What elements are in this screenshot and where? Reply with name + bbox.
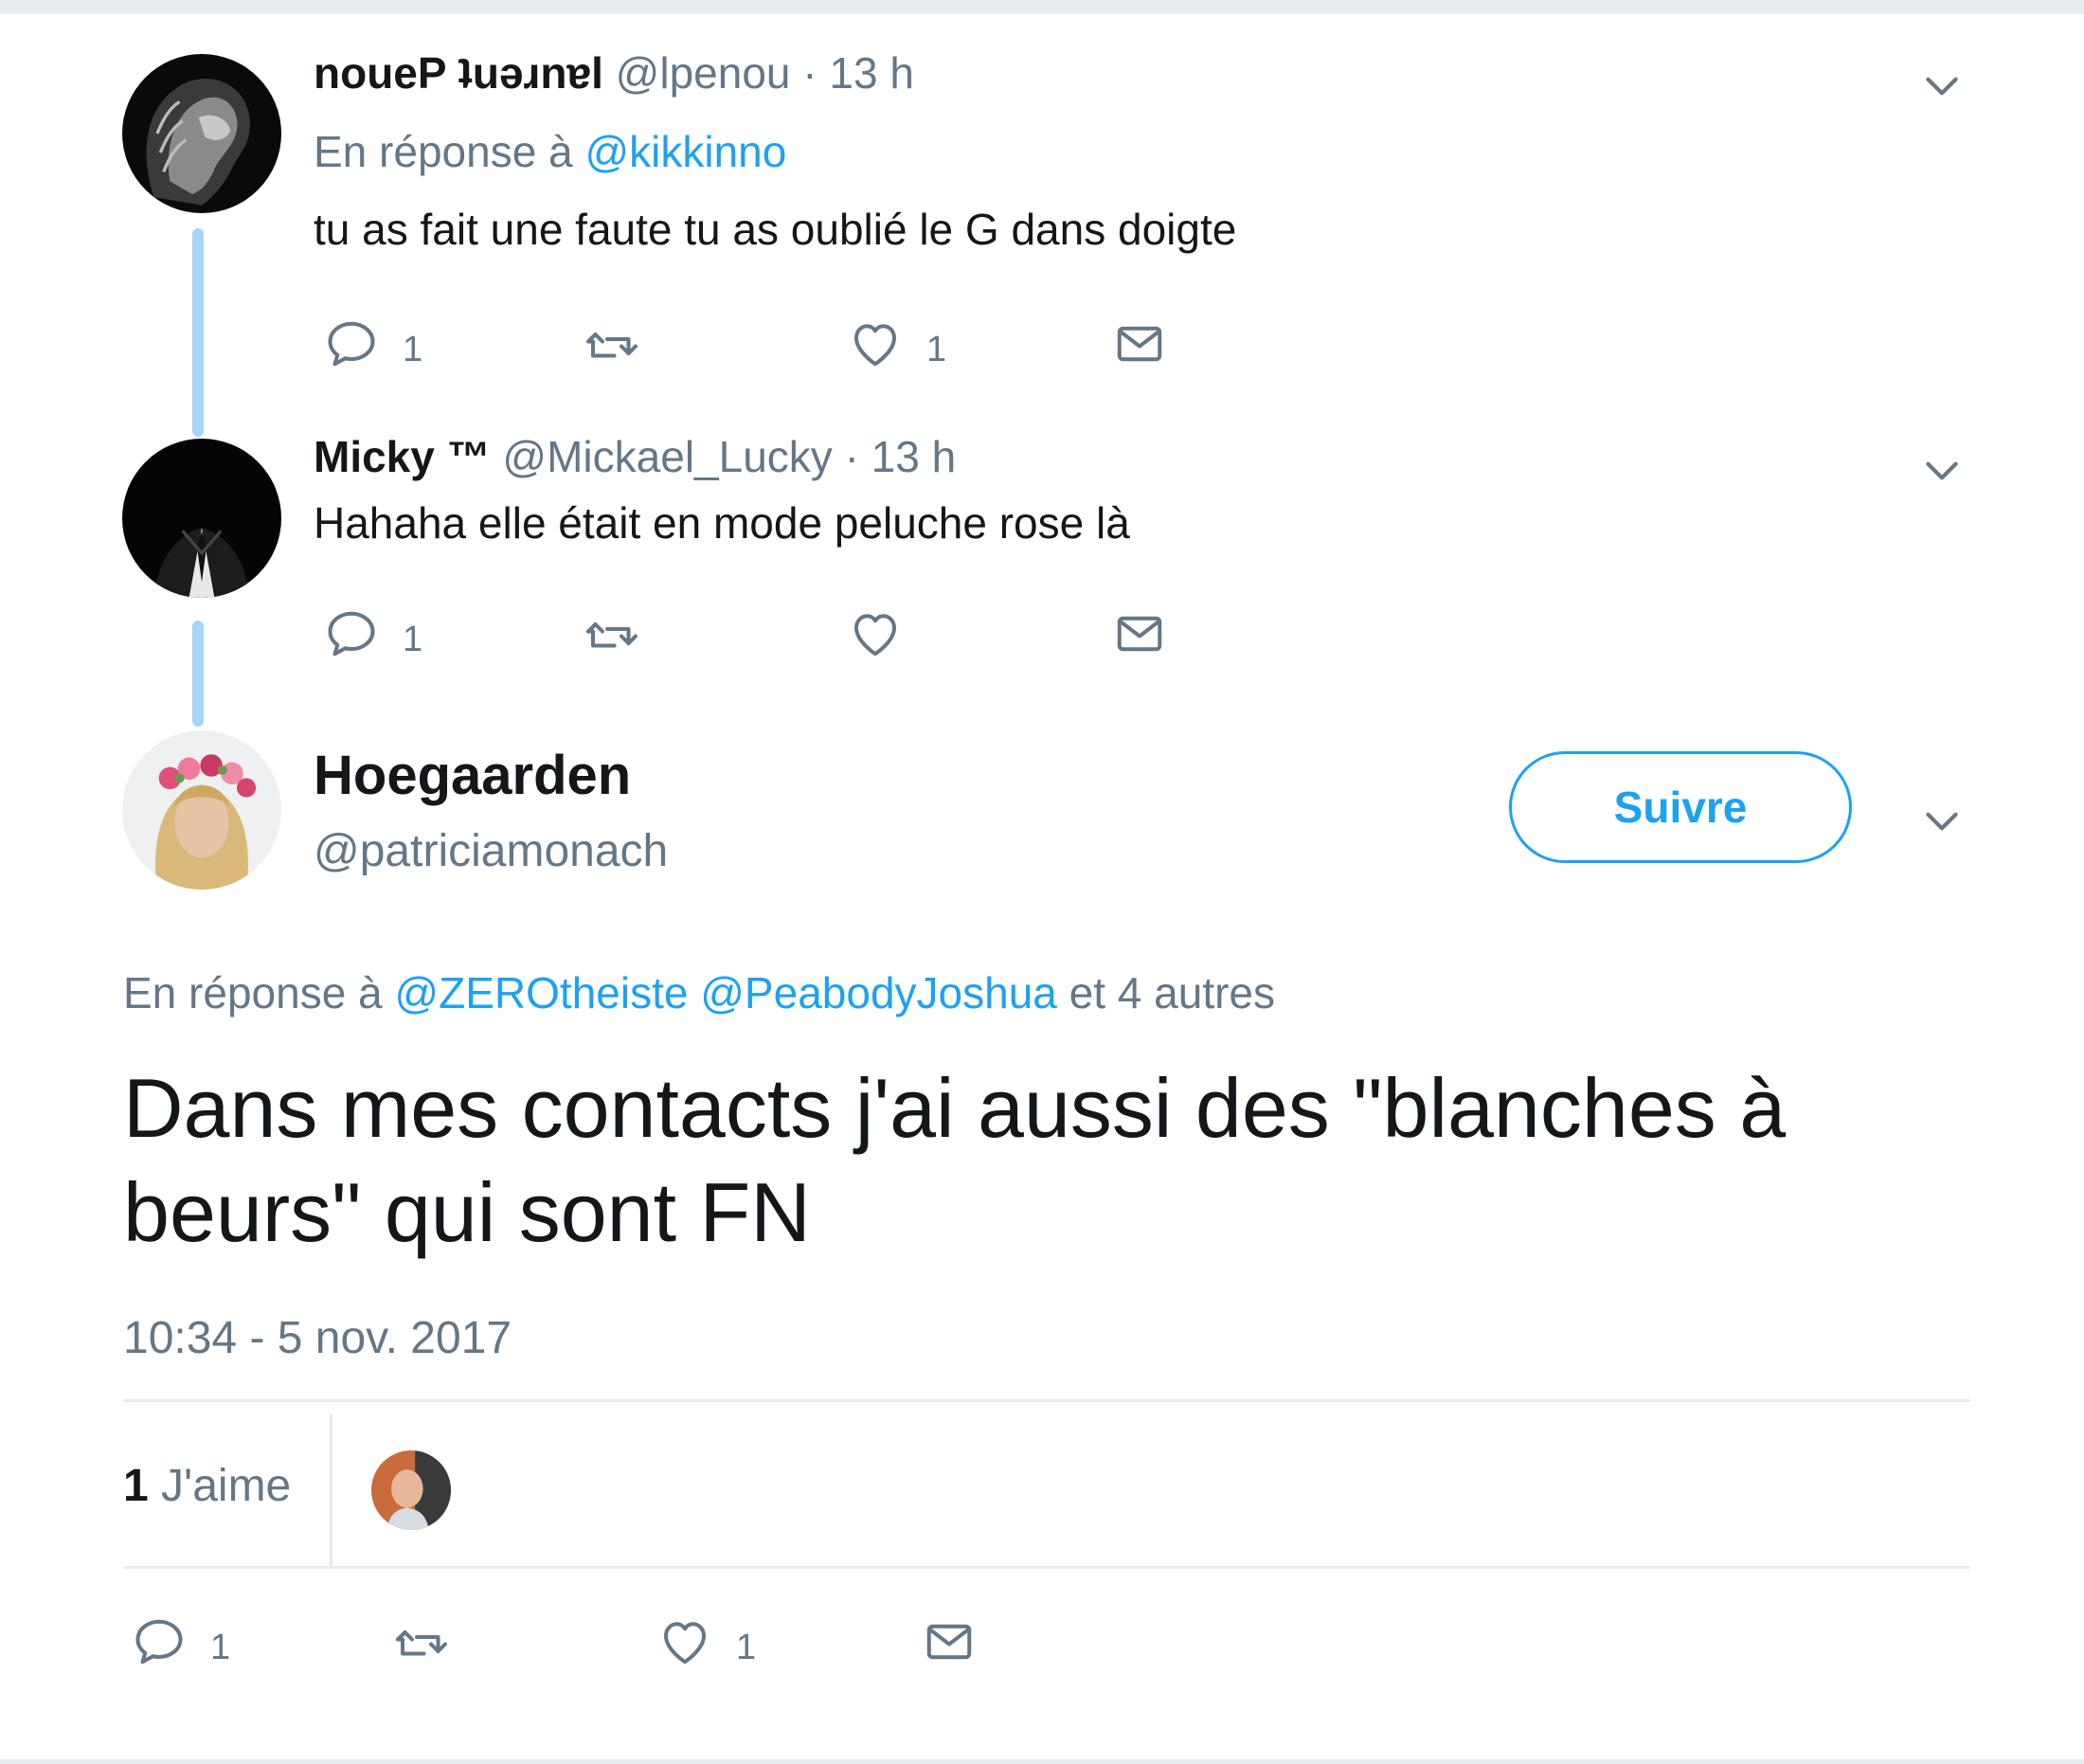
avatar-flower-crown[interactable]: [122, 730, 281, 890]
retweet-icon: [584, 315, 640, 372]
tweet-timestamp[interactable]: 10:34 - 5 nov. 2017: [123, 1312, 512, 1364]
like-button[interactable]: 1: [656, 1604, 756, 1680]
reply-context: En réponse à @kikkinno: [314, 126, 786, 177]
user-handle[interactable]: @lpenou: [616, 48, 791, 98]
tweet-thread-card: noueP ʇuǝɹnɐl @lpenou · 13 h En réponse …: [0, 13, 2084, 1759]
retweet-icon: [393, 1613, 450, 1670]
reply-count: 1: [403, 619, 423, 659]
reply-mention[interactable]: @PeabodyJoshua: [700, 968, 1057, 1017]
like-button[interactable]: [847, 596, 926, 672]
tweet-actions: 1 1: [123, 1604, 1070, 1680]
follow-button[interactable]: Suivre: [1509, 751, 1852, 863]
main-tweet-text: Dans mes contacts j'ai aussi des "blanch…: [123, 1061, 1787, 1259]
tweet-time[interactable]: · 13 h: [802, 48, 914, 98]
heart-icon: [656, 1613, 713, 1670]
like-count: 1: [926, 329, 947, 369]
heart-icon: [847, 605, 904, 662]
tweet-header: noueP ʇuǝɹnɐl @lpenou · 13 h: [314, 47, 914, 99]
display-name[interactable]: Hoegaarden: [314, 744, 631, 807]
chevron-down-icon[interactable]: [1918, 62, 1966, 109]
tweet-text: tu as fait une faute tu as oublié le G d…: [314, 205, 1237, 254]
user-handle[interactable]: @patriciamonach: [314, 825, 668, 877]
likes-count: 1: [123, 1461, 149, 1511]
display-name[interactable]: noueP ʇuǝɹnɐl: [314, 48, 603, 98]
reply-icon: [323, 315, 380, 372]
dm-button[interactable]: [921, 1604, 978, 1680]
thread-connector: [192, 621, 204, 727]
like-count: 1: [736, 1627, 757, 1667]
reply-mention[interactable]: @ZEROtheiste: [394, 968, 688, 1017]
divider: [123, 1566, 1970, 1569]
chevron-down-icon[interactable]: [1918, 446, 1966, 494]
envelope-icon: [1111, 605, 1168, 662]
retweet-icon: [584, 605, 640, 662]
reply-prefix: En réponse à: [314, 127, 573, 176]
envelope-icon: [1111, 315, 1168, 372]
thread-connector: [192, 228, 204, 437]
stats-divider: [330, 1414, 332, 1566]
display-name[interactable]: Micky ™: [314, 432, 491, 481]
avatar-lion[interactable]: [122, 54, 281, 213]
dm-button[interactable]: [1111, 306, 1168, 382]
retweet-button[interactable]: [584, 596, 663, 672]
reply-count: 1: [210, 1627, 231, 1667]
likes-stat[interactable]: 1 J'aime: [123, 1460, 291, 1512]
chevron-down-icon[interactable]: [1918, 797, 1966, 844]
envelope-icon: [921, 1613, 978, 1670]
tweet-header: Micky ™ @Mickael_Lucky · 13 h: [314, 431, 956, 482]
user-handle[interactable]: @Mickael_Lucky: [502, 432, 832, 481]
reply-icon: [131, 1613, 188, 1670]
reply-context: En réponse à @ZEROtheiste @PeabodyJoshua…: [123, 967, 1275, 1018]
reply-prefix: En réponse à: [123, 968, 383, 1017]
reply-button[interactable]: 1: [131, 1604, 230, 1680]
like-button[interactable]: 1: [847, 306, 946, 382]
retweet-button[interactable]: [584, 306, 663, 382]
dm-button[interactable]: [1111, 596, 1168, 672]
tweet-time[interactable]: · 13 h: [845, 432, 957, 481]
tweet-text: Hahaha elle était en mode peluche rose l…: [314, 498, 1130, 548]
reply-count: 1: [403, 329, 423, 369]
reply-button[interactable]: 1: [323, 596, 422, 672]
reply-mention[interactable]: @kikkinno: [584, 127, 786, 176]
tweet-actions: 1: [314, 596, 1261, 672]
reply-others[interactable]: et 4 autres: [1069, 968, 1275, 1017]
reply-button[interactable]: 1: [323, 306, 422, 382]
divider: [123, 1399, 1970, 1402]
reply-icon: [323, 605, 380, 662]
heart-icon: [847, 315, 904, 372]
tweet-stats: 1 J'aime: [123, 1414, 1970, 1566]
retweet-button[interactable]: [393, 1604, 473, 1680]
liker-avatar[interactable]: [371, 1450, 451, 1530]
likes-label: J'aime: [161, 1461, 292, 1511]
tweet-actions: 1 1: [314, 306, 1261, 382]
avatar-suit[interactable]: [122, 439, 281, 598]
